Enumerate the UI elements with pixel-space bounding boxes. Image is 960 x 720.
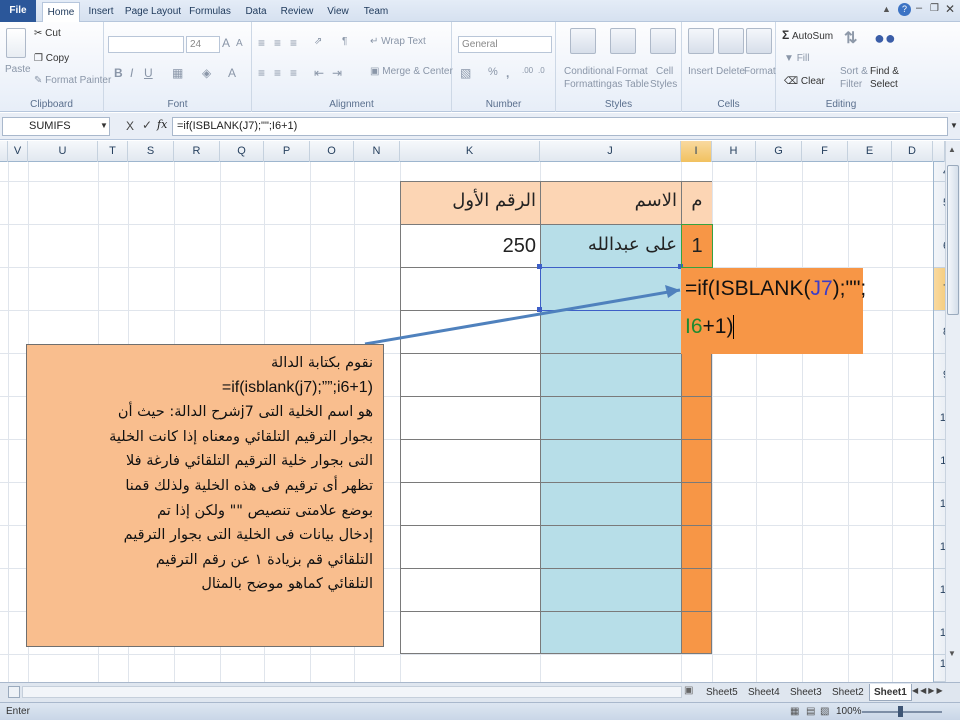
callout-formula: =if(isblank(j7);””;i6+1) — [221, 378, 373, 396]
zoom-slider-thumb[interactable] — [898, 706, 903, 717]
sheet-tab-bar: ▣ Sheet5 Sheet4 Sheet3 Sheet2 Sheet1 ◀◀▶… — [0, 682, 960, 702]
sheet-nav-arrows-icon[interactable]: ◀◀▶▶ — [912, 686, 945, 695]
callout-line-9: التلقائي قم بزيادة ١ عن رقم الترقيم — [155, 551, 373, 568]
callout-line-3: هو اسم الخلية التى j7شرح الدالة: حيث أن — [117, 404, 373, 421]
sheet-tab-2[interactable]: Sheet2 — [828, 684, 868, 701]
sheet-tab-5[interactable]: Sheet5 — [702, 684, 742, 701]
insert-sheet-icon[interactable]: ▣ — [684, 685, 693, 696]
callout-line-1: نقوم بكتابة الدالة — [271, 355, 373, 371]
hscroll-left-button[interactable] — [8, 686, 20, 698]
callout-line-5: التى بجوار خلية الترقيم التلقائي فارغة ف… — [126, 453, 373, 470]
view-layout-icon[interactable]: ▤ — [806, 706, 815, 717]
callout-line-10: التلقائي كماهو موضح بالمثال — [201, 576, 373, 593]
explanation-callout: نقوم بكتابة الدالة =if(isblank(j7);””;i6… — [26, 344, 384, 647]
status-mode: Enter — [6, 706, 30, 717]
view-pagebreak-icon[interactable]: ▧ — [820, 706, 829, 717]
callout-line-6: تظهر أى ترقيم فى هذه الخلية ولذلك قمنا — [125, 477, 373, 494]
status-bar: Enter ▦ ▤ ▧ 100% — [0, 702, 960, 720]
sheet-tab-3[interactable]: Sheet3 — [786, 684, 826, 701]
sheet-tab-4[interactable]: Sheet4 — [744, 684, 784, 701]
callout-line-7: بوضع علامتى تنصيص "" ولكن إذا تم — [157, 502, 373, 519]
zoom-level[interactable]: 100% — [836, 706, 862, 717]
callout-line-4: بجوار الترقيم التلقائي ومعناه إذا كانت ا… — [109, 428, 373, 445]
horizontal-scrollbar[interactable] — [22, 686, 682, 698]
view-normal-icon[interactable]: ▦ — [790, 706, 799, 717]
callout-line-8: إدخال بيانات فى الخلية التى بجوار الترقي… — [123, 527, 373, 544]
sheet-tab-1[interactable]: Sheet1 — [869, 684, 912, 701]
